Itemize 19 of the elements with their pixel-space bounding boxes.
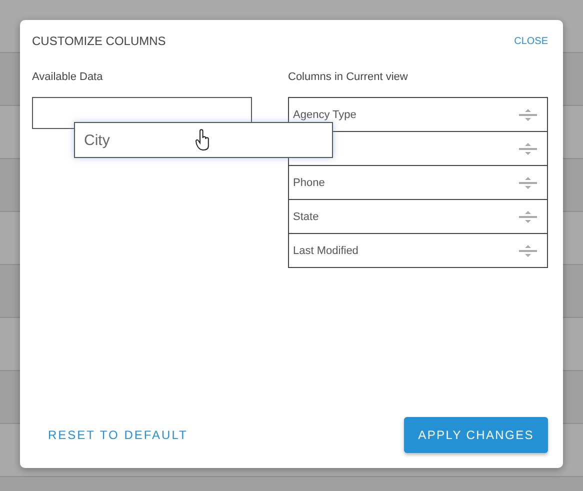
column-name: Agency Type <box>293 108 356 120</box>
dialog-title: CUSTOMIZE COLUMNS <box>32 34 166 48</box>
hand-cursor-icon <box>194 129 211 151</box>
close-link[interactable]: CLOSE <box>514 36 548 46</box>
drag-handle-icon[interactable] <box>519 142 537 156</box>
column-item[interactable]: State <box>289 199 547 233</box>
column-name: State <box>293 210 319 222</box>
dragged-item-tooltip[interactable]: City <box>74 122 333 158</box>
drag-handle-icon[interactable] <box>519 244 537 258</box>
column-item[interactable]: Last Modified <box>289 233 547 267</box>
drag-handle-icon[interactable] <box>519 108 537 122</box>
drag-handle-icon[interactable] <box>519 176 537 190</box>
current-columns-label: Columns in Current view <box>288 71 409 83</box>
drag-handle-icon[interactable] <box>519 210 537 224</box>
column-name: Last Modified <box>293 244 358 256</box>
column-item[interactable]: Phone <box>289 165 547 199</box>
reset-to-default-button[interactable]: RESET TO DEFAULT <box>32 420 204 450</box>
column-name: Phone <box>293 176 325 188</box>
available-data-label: Available Data <box>32 71 104 83</box>
